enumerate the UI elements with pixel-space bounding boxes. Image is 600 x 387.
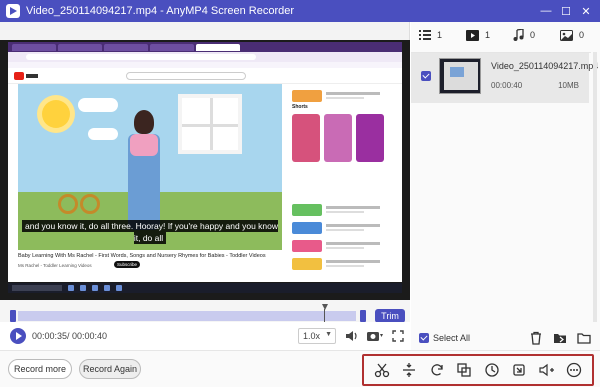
title-bar: Video_250114094217.mp4 - AnyMP4 Screen R…: [0, 0, 600, 22]
rotate-tool[interactable]: [428, 361, 446, 379]
close-button[interactable]: ✕: [576, 5, 596, 18]
music-icon: [513, 29, 524, 41]
video-icon: [466, 29, 479, 41]
list-footer: Select All: [411, 326, 600, 350]
playhead-marker[interactable]: [322, 304, 328, 310]
merge-icon: [457, 363, 471, 377]
record-more-button[interactable]: Record more: [8, 359, 72, 379]
tab-audio-count: 0: [530, 30, 536, 40]
snapshot-camera-icon[interactable]: [366, 330, 384, 342]
timeline-track[interactable]: [18, 311, 356, 321]
compress-icon: [485, 363, 499, 377]
trim-start-handle[interactable]: [10, 310, 16, 322]
tab-image[interactable]: 0: [552, 22, 599, 48]
recorded-screen: and you know it, do all three. Hooray! I…: [0, 40, 410, 300]
video-title: Baby Learning With Ms Rachel - First Wor…: [18, 253, 266, 259]
preview-area: and you know it, do all three. Hooray! I…: [0, 22, 410, 300]
timeline: Trim: [0, 300, 410, 323]
browser-tabbar: [8, 42, 402, 52]
window-illustration: [178, 94, 242, 154]
tricycle-illustration: [58, 184, 100, 214]
playhead-line: [324, 309, 325, 322]
youtube-sidebar: Shorts: [292, 84, 388, 274]
fullscreen-icon[interactable]: [392, 330, 404, 342]
tab-audio[interactable]: 0: [505, 22, 552, 48]
play-button[interactable]: [10, 328, 26, 344]
tab-image-count: 0: [579, 30, 585, 40]
select-all-checkbox[interactable]: [419, 333, 429, 343]
trim-tool[interactable]: [373, 361, 391, 379]
list-icon: [419, 30, 431, 40]
compress-tool[interactable]: [483, 361, 501, 379]
convert-icon: [513, 364, 525, 376]
volume-icon[interactable]: [345, 329, 359, 343]
merge-tool[interactable]: [455, 361, 473, 379]
item-filename: Video_250114094217.mp4: [491, 61, 599, 71]
app-logo-icon: [6, 4, 20, 18]
edit-tools-toolbar: [362, 354, 594, 386]
split-icon: [403, 363, 416, 377]
split-tool[interactable]: [400, 361, 418, 379]
browser-urlbar: [8, 52, 402, 62]
youtube-logo-icon: [14, 71, 38, 80]
youtube-header: [8, 68, 402, 84]
minimize-button[interactable]: —: [536, 5, 556, 17]
speed-select[interactable]: 1.0x ▼: [298, 328, 336, 344]
tab-video-count: 1: [485, 30, 491, 40]
volume-boost-icon: [539, 363, 554, 377]
item-checkbox[interactable]: [421, 71, 431, 81]
rotate-icon: [431, 364, 443, 376]
export-folder-icon[interactable]: [553, 331, 567, 345]
open-folder-icon[interactable]: [577, 331, 591, 345]
chevron-down-icon: ▼: [325, 331, 332, 338]
video-frame: and you know it, do all three. Hooray! I…: [18, 84, 282, 250]
image-icon: [560, 29, 573, 41]
window-title: Video_250114094217.mp4 - AnyMP4 Screen R…: [26, 5, 295, 17]
bottom-bar: Record more Record Again: [0, 350, 600, 387]
item-size: 10MB: [558, 81, 579, 90]
youtube-search-box: [126, 71, 246, 80]
shorts-label: Shorts: [292, 104, 308, 110]
presenter: [122, 104, 166, 234]
convert-tool[interactable]: [510, 361, 528, 379]
item-duration: 00:00:40: [491, 81, 523, 90]
playback-time: 00:00:35/ 00:00:40: [32, 331, 108, 341]
tab-all-count: 1: [437, 30, 443, 40]
recording-list: Video_250114094217.mp4 00:00:40 10MB: [411, 52, 598, 322]
list-item[interactable]: Video_250114094217.mp4 00:00:40 10MB: [411, 53, 598, 103]
scissors-icon: [374, 363, 389, 378]
volume-boost-tool[interactable]: [538, 361, 556, 379]
player-controls: 00:00:35/ 00:00:40 1.0x ▼: [0, 322, 410, 350]
item-thumbnail: [439, 58, 481, 94]
video-info: Baby Learning With Ms Rachel - First Wor…: [18, 253, 282, 268]
trash-icon[interactable]: [529, 331, 543, 345]
trim-end-handle[interactable]: [360, 310, 366, 322]
recording-list-panel: 1 1 0 0 Video_250114094217.mp4 00:00:40 …: [411, 22, 600, 350]
list-scrollbar[interactable]: [593, 52, 597, 322]
windows-taskbar: [8, 283, 402, 293]
video-caption: and you know it, do all three. Hooray! I…: [22, 220, 278, 244]
sun-icon: [42, 100, 70, 128]
tab-video[interactable]: 1: [458, 22, 505, 48]
subscribe-badge: Subscribe: [114, 261, 141, 268]
select-all-label: Select All: [433, 333, 471, 343]
more-tools[interactable]: [565, 361, 583, 379]
more-icon: [567, 362, 582, 378]
speed-value: 1.0x: [303, 331, 321, 341]
channel-name: Ms Rachel - Toddler Learning Videos: [18, 263, 92, 268]
maximize-button[interactable]: ☐: [556, 5, 576, 18]
media-type-tabs: 1 1 0 0: [411, 22, 600, 48]
record-again-button[interactable]: Record Again: [79, 359, 141, 379]
trim-button[interactable]: Trim: [375, 309, 405, 323]
tab-all[interactable]: 1: [411, 22, 458, 48]
